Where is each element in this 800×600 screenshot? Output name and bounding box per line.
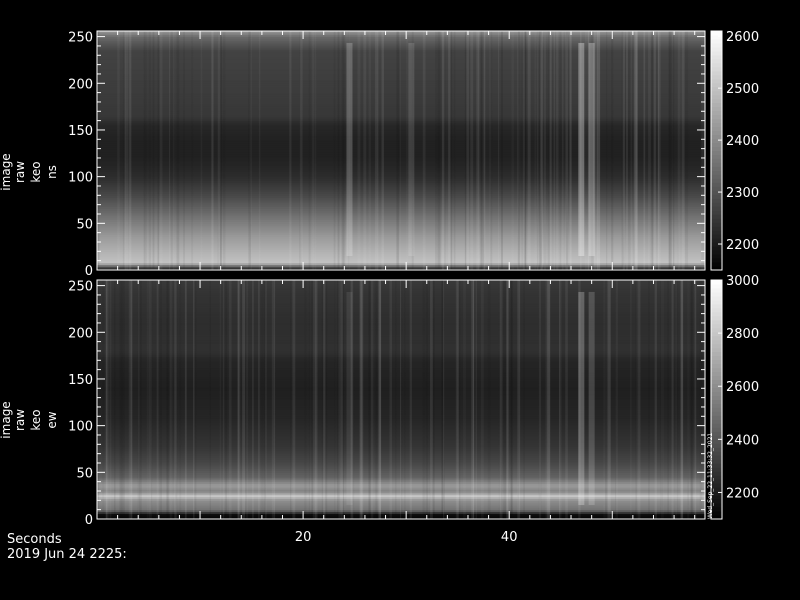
panel-top: 0 50 100 150 200 250 image raw keo ns 2200 2300 2400… [0, 30, 759, 279]
y-tick-label: 100 [68, 420, 93, 435]
y-tick-label: 0 [85, 513, 93, 528]
date-label: 2019 Jun 24 2225: [7, 547, 127, 562]
y-axis-label-line: raw [13, 161, 27, 183]
x-tick-label: 20 [295, 530, 312, 545]
colorbar-tick-label: 2800 [726, 327, 759, 342]
y-tick-label: 100 [68, 171, 93, 186]
colorbar-tick-label: 2200 [726, 486, 759, 501]
colorbar-tick-label: 2400 [726, 134, 759, 149]
colorbar-tick-label: 2400 [726, 433, 759, 448]
heatmap-top [97, 31, 705, 271]
panel-bottom: 0 50 100 150 200 250 20 40 image raw keo ew 2200 2400… [0, 274, 759, 545]
keogram-figure: 050100150200250image raw keo ns220023002400… [0, 0, 800, 600]
y-tick-label: 250 [68, 280, 93, 295]
colorbar-tick-label: 2200 [726, 238, 759, 253]
colorbar-tick-label: 3000 [726, 274, 759, 289]
y-tick-label: 0 [85, 264, 93, 279]
y-axis-label-line: raw [13, 409, 27, 431]
y-axis-label-line: keo [29, 161, 43, 182]
y-tick-label: 150 [68, 373, 93, 388]
y-tick-label: 50 [76, 217, 93, 232]
colorbar-tick-label: 2600 [726, 380, 759, 395]
y-tick-label: 50 [76, 466, 93, 481]
x-tick-label: 40 [501, 530, 518, 545]
y-axis-label-line: image [0, 153, 13, 190]
y-axis-label-line: keo [29, 409, 43, 430]
y-tick-label: 250 [68, 31, 93, 46]
y-tick-label: 200 [68, 77, 93, 92]
y-axis-label-line: ns [45, 165, 59, 179]
y-axis-label-line: ew [45, 411, 59, 428]
colorbar-tick-label: 2500 [726, 82, 759, 97]
y-tick-label: 200 [68, 326, 93, 341]
x-axis-label: Seconds [7, 532, 62, 547]
y-tick-label: 150 [68, 124, 93, 139]
colorbar-tick-label: 2300 [726, 186, 759, 201]
heatmap-bottom [97, 280, 705, 520]
colorbar-tick-label: 2600 [726, 30, 759, 45]
plot-timestamp: Wed_Sep_22_11:33:32_2021 [707, 433, 714, 519]
y-axis-label-line: image [0, 401, 13, 438]
